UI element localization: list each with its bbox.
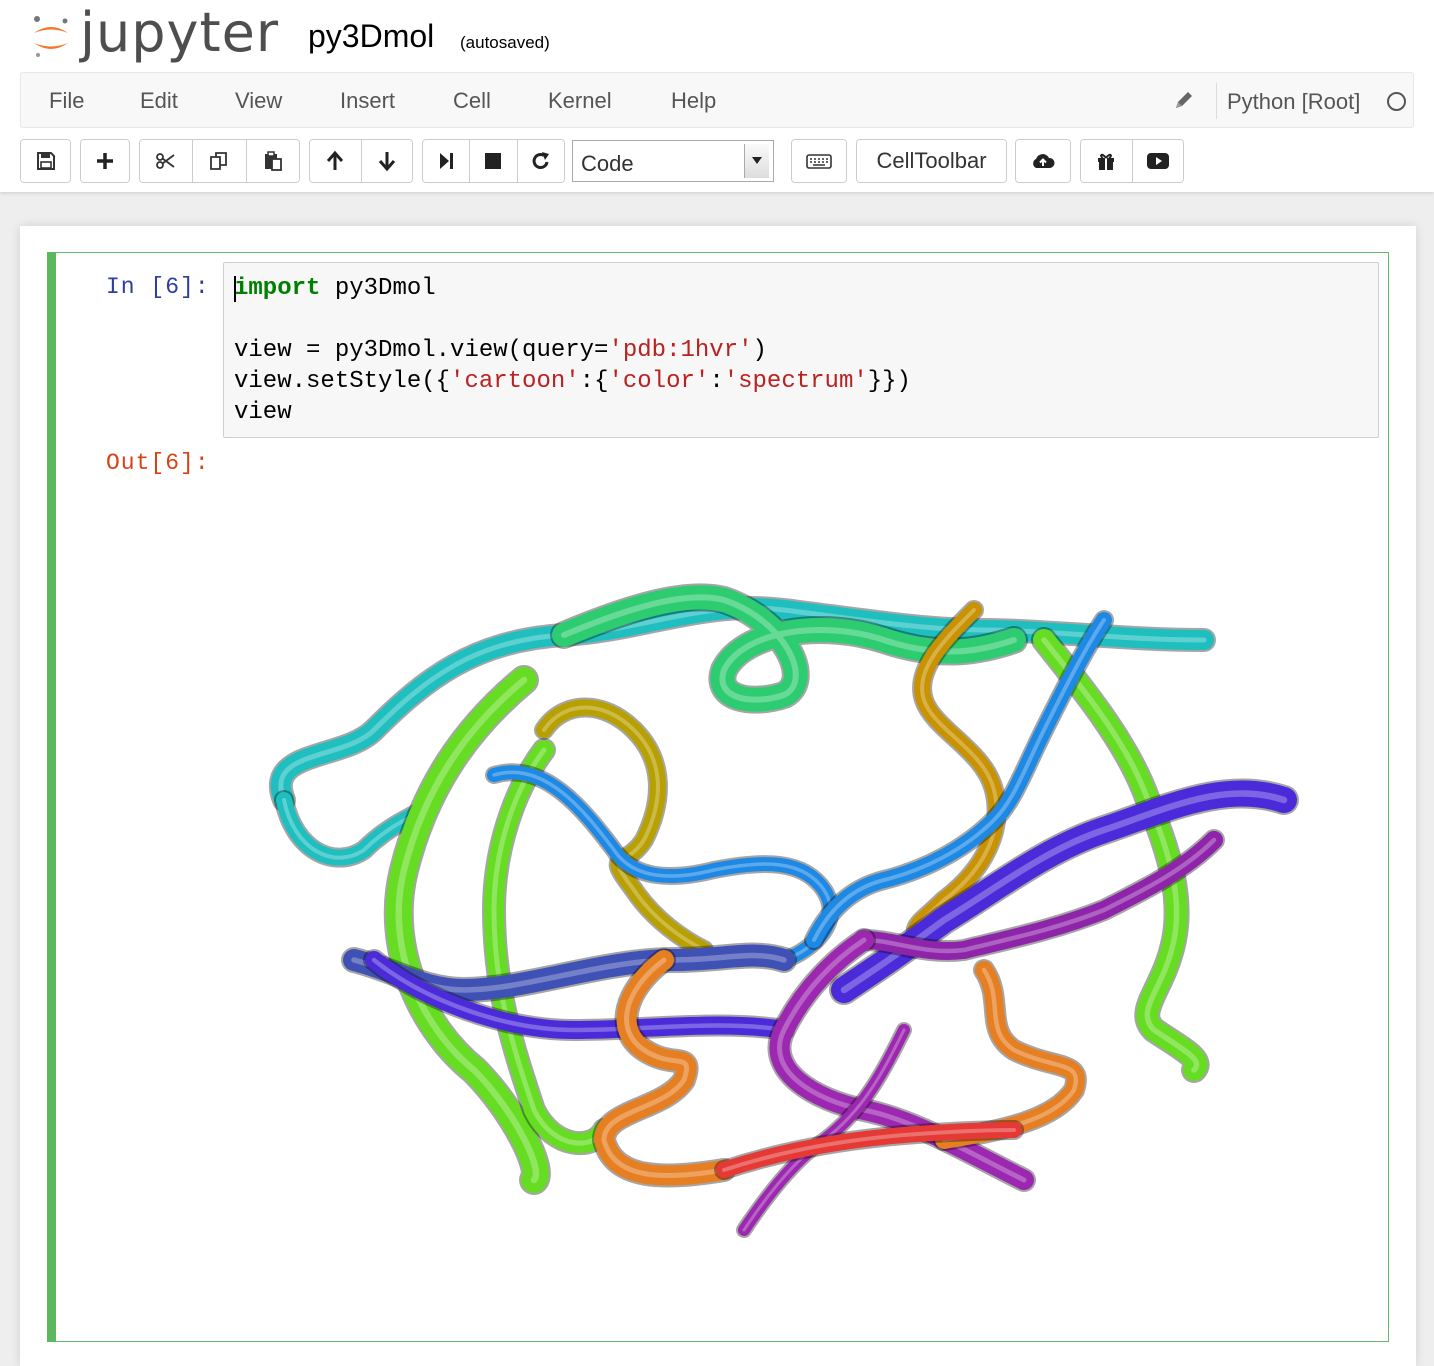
protein-cartoon-render[interactable] (224, 490, 1384, 1330)
code-text[interactable]: import py3Dmol view = py3Dmol.view(query… (234, 273, 911, 428)
celltoolbar-button[interactable]: CellToolbar (857, 140, 1006, 182)
cloud-upload-icon (1033, 154, 1055, 168)
toolbar-edit-group (139, 139, 300, 183)
pencil-icon[interactable] (1173, 89, 1195, 116)
jupyter-logo-icon (34, 16, 68, 57)
ribbon-strand-olive-left (536, 699, 712, 958)
jupyter-logo-text: jupyter (80, 0, 280, 64)
menu-cell[interactable]: Cell (453, 88, 491, 114)
code-line-4-str2: 'color' (608, 368, 710, 395)
code-line-4-str1: 'cartoon' (450, 368, 580, 395)
save-icon (36, 152, 55, 170)
menu-edit[interactable]: Edit (140, 88, 178, 114)
arrow-up-icon (327, 150, 344, 170)
celltoolbar-label: CellToolbar (876, 148, 987, 173)
gift-icon (1098, 153, 1115, 170)
notebook-name[interactable]: py3Dmol (308, 18, 434, 55)
paste-icon (264, 151, 282, 171)
autosave-status: (autosaved) (460, 33, 550, 52)
code-line-1-rest: py3Dmol (334, 275, 436, 302)
interrupt-kernel-button[interactable] (470, 140, 518, 182)
jupyter-logo[interactable]: jupyter (30, 1, 279, 66)
menu-view[interactable]: View (235, 88, 282, 114)
keyboard-icon (806, 154, 832, 169)
toolbar-move-group (309, 139, 413, 183)
toolbar-insert-group (80, 139, 130, 183)
toolbar-keyboard-group (791, 139, 847, 183)
cell-type-select[interactable]: Code (572, 140, 774, 182)
code-line-1: import py3Dmol (234, 275, 436, 302)
cut-button[interactable] (140, 140, 194, 182)
code-line-4-b: :{ (579, 368, 609, 395)
input-prompt: In [6]: (106, 274, 210, 300)
ribbon-strand-green-left (385, 667, 549, 1193)
stop-icon (485, 153, 502, 169)
cut-icon (156, 153, 175, 169)
code-line-3-b: ) (752, 337, 767, 364)
menu-bar: File Edit View Insert Cell Kernel Help P… (20, 72, 1414, 128)
toolbar-extra-group (1080, 139, 1184, 183)
notebook-header: jupyter py3Dmol (autosaved) File Edit Vi… (0, 0, 1434, 192)
toolbar-save-group (20, 139, 71, 183)
copy-button[interactable] (193, 140, 247, 182)
chevron-down-icon (744, 144, 769, 178)
code-line-3-a: view = py3Dmol.view(query= (234, 337, 609, 364)
kernel-idle-indicator-icon (1387, 92, 1406, 111)
insert-cell-button[interactable] (81, 140, 129, 182)
save-button[interactable] (21, 140, 70, 182)
step-forward-icon (440, 153, 454, 169)
code-line-3: view = py3Dmol.view(query='pdb:1hvr') (234, 337, 767, 364)
move-up-button[interactable] (310, 140, 362, 182)
youtube-button[interactable] (1132, 140, 1183, 182)
code-line-4-c: : (709, 368, 724, 395)
run-cell-button[interactable] (423, 140, 471, 182)
text-cursor (234, 276, 236, 302)
menu-insert[interactable]: Insert (340, 88, 395, 114)
code-line-4-d: }}) (867, 368, 911, 395)
menu-kernel[interactable]: Kernel (548, 88, 612, 114)
ribbon-strand-olive-left-shadow (534, 697, 714, 960)
toolbar-upload-group (1015, 139, 1071, 183)
molecule-viewer[interactable] (224, 490, 1384, 1330)
kernel-separator (1216, 83, 1217, 119)
toolbar-run-group (422, 139, 565, 183)
move-down-button[interactable] (361, 140, 412, 182)
code-line-4: view.setStyle({'cartoon':{'color':'spect… (234, 368, 911, 395)
refresh-icon (532, 152, 549, 169)
menu-file[interactable]: File (49, 88, 84, 114)
ribbon-strand-indigo-right (831, 780, 1297, 1003)
toolbar-celltoolbar-group: CellToolbar (856, 139, 1007, 183)
copy-icon (210, 152, 228, 170)
kernel-name[interactable]: Python [Root] (1227, 89, 1360, 115)
command-palette-button[interactable] (792, 140, 846, 182)
menu-help[interactable]: Help (671, 88, 716, 114)
plus-icon (97, 153, 113, 169)
cell-type-value: Code (581, 151, 634, 176)
gift-button[interactable] (1081, 140, 1133, 182)
youtube-play-icon (1146, 153, 1169, 169)
output-prompt: Out[6]: (106, 450, 210, 476)
ribbon-strand-olive-left-highlight (542, 705, 706, 952)
upload-button[interactable] (1016, 140, 1070, 182)
code-line-3-str: 'pdb:1hvr' (608, 337, 753, 364)
code-keyword-import: import (234, 275, 321, 302)
code-line-5: view (234, 399, 292, 426)
restart-kernel-button[interactable] (517, 140, 564, 182)
paste-button[interactable] (246, 140, 299, 182)
code-line-4-str3: 'spectrum' (723, 368, 868, 395)
arrow-down-icon (378, 152, 395, 172)
code-editor[interactable]: import py3Dmol view = py3Dmol.view(query… (223, 262, 1379, 438)
code-line-4-a: view.setStyle({ (234, 368, 451, 395)
